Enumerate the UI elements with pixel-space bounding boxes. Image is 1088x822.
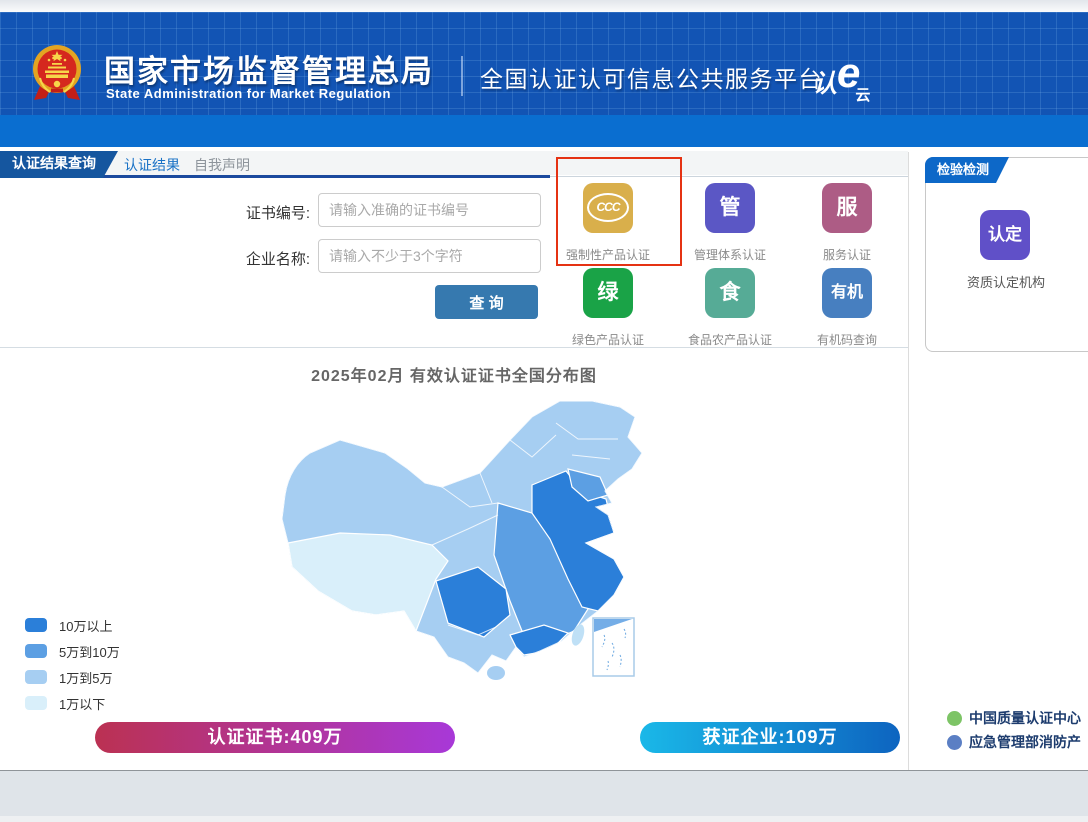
service-icon: 服 bbox=[822, 183, 872, 233]
accreditation-label: 资质认定机构 bbox=[926, 272, 1086, 291]
tile-label-green-product: 绿色产品认证 bbox=[543, 331, 673, 348]
platform-title: 全国认证认可信息公共服务平台 bbox=[480, 60, 823, 94]
inspection-panel: 检验检测 认定 资质认定机构 bbox=[925, 157, 1088, 352]
legend-swatch bbox=[25, 644, 47, 658]
certificate-number-label: 证书编号: bbox=[230, 202, 310, 223]
food-agri-icon: 食 bbox=[705, 268, 755, 318]
header-divider bbox=[461, 56, 463, 96]
green-product-icon: 绿 bbox=[583, 268, 633, 318]
query-panel-divider bbox=[0, 347, 908, 348]
footer-band-light bbox=[0, 816, 1088, 822]
certificate-number-input[interactable] bbox=[318, 193, 541, 227]
agency-subtitle: State Administration for Market Regulati… bbox=[106, 86, 391, 101]
tab-self-declaration[interactable]: 自我声明 bbox=[194, 155, 250, 175]
china-choropleth-map[interactable] bbox=[180, 395, 700, 695]
site-header: 国家市场监督管理总局 State Administration for Mark… bbox=[0, 12, 1088, 115]
tab-certification-results[interactable]: 认证结果 bbox=[124, 155, 180, 175]
agency-title: 国家市场监督管理总局 bbox=[104, 46, 434, 91]
legend-item-50k-100k: 5万到10万 bbox=[25, 643, 120, 659]
ren-e-yun-logo-icon: 认e云 bbox=[812, 54, 875, 102]
tile-management-system[interactable]: 管 bbox=[705, 183, 755, 233]
south-china-sea-inset bbox=[593, 618, 634, 676]
header-accent-bar bbox=[0, 115, 1088, 147]
map-title: 2025年02月 有效认证证书全国分布图 bbox=[0, 362, 908, 386]
hainan-island[interactable] bbox=[487, 666, 505, 680]
footer-band bbox=[0, 771, 1088, 816]
tile-green-product[interactable]: 绿 bbox=[583, 268, 633, 318]
query-button[interactable]: 查 询 bbox=[435, 285, 538, 319]
tile-label-organic: 有机码查询 bbox=[782, 331, 912, 348]
national-emblem-icon bbox=[32, 42, 82, 107]
legend-item-over-100k: 10万以上 bbox=[25, 617, 112, 633]
org-legend-cqc: 中国质量认证中心 bbox=[947, 708, 1081, 728]
legend-swatch bbox=[25, 696, 47, 710]
company-name-label: 企业名称: bbox=[230, 248, 310, 269]
tile-food-agri[interactable]: 食 bbox=[705, 268, 755, 318]
management-icon: 管 bbox=[705, 183, 755, 233]
stat-pill-enterprises: 获证企业:109万 bbox=[640, 722, 900, 753]
company-name-input[interactable] bbox=[318, 239, 541, 273]
tab-certification-result-query[interactable]: 认证结果查询 bbox=[0, 151, 118, 178]
legend-swatch bbox=[25, 670, 47, 684]
annotation-highlight-box bbox=[556, 157, 682, 266]
tile-service-certification[interactable]: 服 bbox=[822, 183, 872, 233]
org-legend-emergency: 应急管理部消防产 bbox=[947, 732, 1081, 752]
tile-organic-code[interactable]: 有机 bbox=[822, 268, 872, 318]
green-dot-icon bbox=[947, 711, 962, 726]
tile-accreditation[interactable]: 认定 bbox=[980, 210, 1030, 260]
organic-icon: 有机 bbox=[822, 268, 872, 318]
vertical-divider bbox=[908, 152, 909, 770]
tile-label-management: 管理体系认证 bbox=[665, 246, 795, 263]
browser-top-strip bbox=[0, 0, 1088, 12]
blue-dot-icon bbox=[947, 735, 962, 750]
tile-label-food-agri: 食品农产品认证 bbox=[665, 331, 795, 348]
legend-swatch bbox=[25, 618, 47, 632]
legend-item-under-10k: 1万以下 bbox=[25, 695, 105, 711]
tab-inspection-testing[interactable]: 检验检测 bbox=[925, 157, 1009, 183]
legend-item-10k-50k: 1万到5万 bbox=[25, 669, 112, 685]
tile-label-service: 服务认证 bbox=[782, 246, 912, 263]
stat-pill-certificates: 认证证书:409万 bbox=[95, 722, 455, 753]
